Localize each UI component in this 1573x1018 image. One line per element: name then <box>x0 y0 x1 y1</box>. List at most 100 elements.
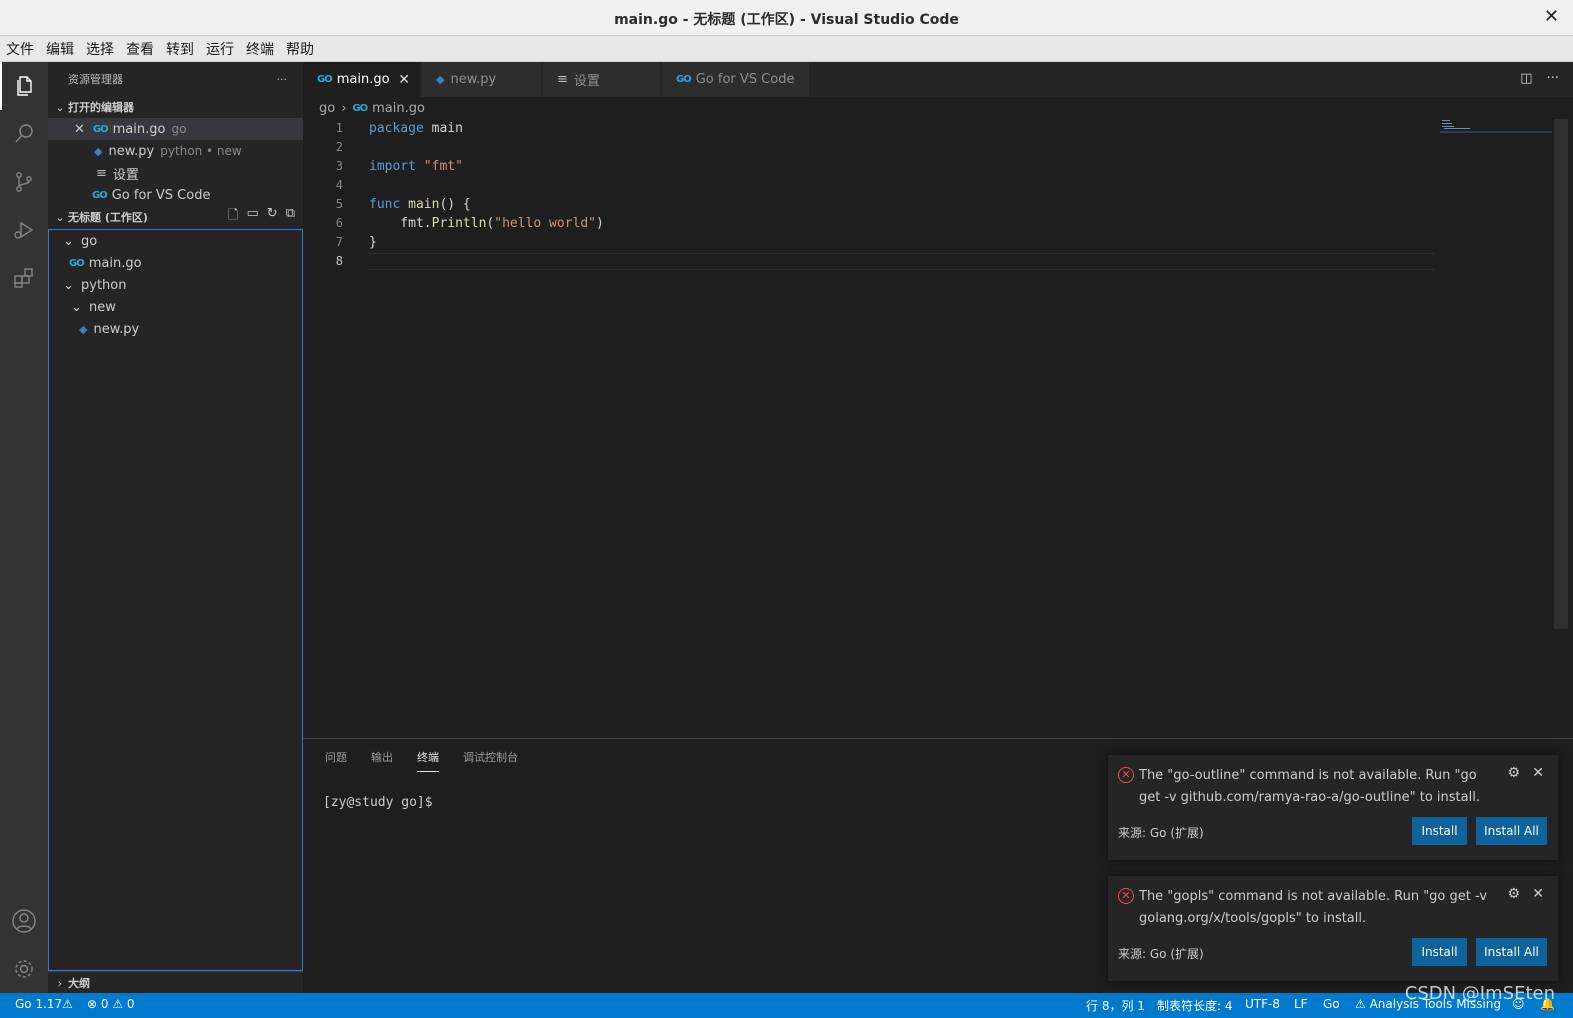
workspace-tree: ⌄ go GO main.go ⌄ python ⌄ new ◆ new.py <box>48 229 303 971</box>
tree-file-new-py[interactable]: ◆ new.py <box>49 318 302 340</box>
editor-scrollbar[interactable] <box>1554 119 1568 629</box>
install-button[interactable]: Install <box>1412 817 1467 845</box>
notification-source: 来源: Go (扩展) <box>1118 826 1204 840</box>
tab-go-for-vscode[interactable]: GO Go for VS Code <box>662 62 810 97</box>
explorer-icon[interactable] <box>0 62 48 110</box>
code-line: } <box>369 235 377 250</box>
activity-bar <box>0 62 48 993</box>
go-file-icon: GO <box>676 74 692 85</box>
chevron-down-icon: ⌄ <box>55 100 65 114</box>
split-editor-icon[interactable]: ◫ <box>1520 71 1532 86</box>
notification-message: The "go-outline" command is not availabl… <box>1139 768 1480 805</box>
settings-file-icon: ≡ <box>96 165 107 181</box>
panel-tab-problems[interactable]: 问题 <box>325 749 347 771</box>
python-file-icon: ◆ <box>436 73 445 86</box>
notification-go-outline: ✕ The "go-outline" command is not availa… <box>1108 755 1558 860</box>
explorer-title: 资源管理器 <box>68 73 123 86</box>
panel-tab-terminal[interactable]: 终端 <box>417 749 439 772</box>
source-control-icon[interactable] <box>0 158 48 206</box>
panel-tab-output[interactable]: 输出 <box>371 749 393 771</box>
current-line-highlight <box>369 253 1434 270</box>
open-editor-item-main-go[interactable]: ✕ GO main.go go <box>48 118 303 140</box>
tree-folder-go[interactable]: ⌄ go <box>49 230 302 252</box>
chevron-down-icon: ⌄ <box>63 233 74 249</box>
open-editor-item-new-py[interactable]: ◆ new.py python • new <box>48 140 303 162</box>
install-all-button[interactable]: Install All <box>1476 938 1547 966</box>
editor-tabs: GO main.go ✕ ◆ new.py ≡ 设置 GO Go for VS … <box>303 62 1573 97</box>
new-file-icon[interactable]: 🗋 <box>228 206 238 228</box>
line-number: 4 <box>335 178 343 192</box>
cursor-position-status[interactable]: 行 8，列 1 <box>1086 997 1145 1014</box>
go-version-status[interactable]: Go 1.17⚠ <box>15 997 73 1011</box>
gear-icon[interactable]: ⚙ <box>1507 765 1520 781</box>
open-editors-header[interactable]: ⌄ 打开的编辑器 <box>48 96 303 118</box>
notification-gopls: ✕ The "gopls" command is not available. … <box>1108 876 1558 981</box>
python-file-icon: ◆ <box>79 322 88 336</box>
open-editor-item-settings[interactable]: ≡ 设置 <box>48 162 303 184</box>
close-tab-icon[interactable]: ✕ <box>398 72 410 88</box>
code-line: fmt.Println("hello world") <box>369 216 604 231</box>
menu-view[interactable]: 查看 <box>120 39 160 59</box>
install-button[interactable]: Install <box>1412 938 1467 966</box>
refresh-icon[interactable]: ↻ <box>267 206 278 228</box>
menu-selection[interactable]: 选择 <box>80 39 120 59</box>
terminal-prompt[interactable]: [zy@study go]$ <box>323 795 433 810</box>
language-status[interactable]: Go <box>1323 997 1340 1011</box>
outline-section[interactable]: › 大纲 <box>48 971 303 993</box>
new-folder-icon[interactable]: ▭ <box>247 206 259 228</box>
encoding-status[interactable]: UTF-8 <box>1245 997 1280 1011</box>
watermark: CSDN @ImSEten <box>1404 983 1555 1004</box>
breadcrumb-folder[interactable]: go <box>319 101 335 116</box>
chevron-right-icon: › <box>341 100 347 116</box>
menu-run[interactable]: 运行 <box>200 39 240 59</box>
menu-help[interactable]: 帮助 <box>280 39 320 59</box>
chevron-right-icon: › <box>57 976 63 990</box>
tab-size-status[interactable]: 制表符长度: 4 <box>1157 997 1233 1014</box>
workspace-header[interactable]: ⌄ 无标题 (工作区) 🗋 ▭ ↻ ⧉ <box>48 206 303 228</box>
code-line: func main() { <box>369 197 471 212</box>
account-icon[interactable] <box>0 897 48 945</box>
open-editor-item-go-for-vscode[interactable]: GO Go for VS Code <box>48 184 303 206</box>
window-close-icon[interactable]: ✕ <box>1544 6 1559 27</box>
extensions-icon[interactable] <box>0 254 48 302</box>
close-icon[interactable]: ✕ <box>1532 886 1544 902</box>
notification-source: 来源: Go (扩展) <box>1118 947 1204 961</box>
python-file-icon: ◆ <box>94 144 103 158</box>
code-line: package main <box>369 121 463 136</box>
tab-settings[interactable]: ≡ 设置 <box>543 62 661 97</box>
settings-file-icon: ≡ <box>557 72 568 87</box>
line-number: 8 <box>335 254 343 268</box>
line-number: 1 <box>335 121 343 135</box>
tab-new-py[interactable]: ◆ new.py <box>422 62 542 97</box>
status-bar: Go 1.17⚠ ⊗ 0 ⚠ 0 行 8，列 1 制表符长度: 4 UTF-8 … <box>0 993 1573 1018</box>
minimap[interactable] <box>1440 119 1552 135</box>
tree-file-main-go[interactable]: GO main.go <box>49 252 302 274</box>
collapse-all-icon[interactable]: ⧉ <box>286 206 295 228</box>
tree-folder-python[interactable]: ⌄ python <box>49 274 302 296</box>
menu-terminal[interactable]: 终端 <box>240 39 280 59</box>
install-all-button[interactable]: Install All <box>1476 817 1547 845</box>
code-editor[interactable]: 1 2 3 4 5 6 7 8 package main import "fmt… <box>303 119 1555 737</box>
close-editor-icon[interactable]: ✕ <box>74 122 85 137</box>
more-actions-icon[interactable]: ··· <box>1547 71 1559 86</box>
close-icon[interactable]: ✕ <box>1532 765 1544 781</box>
panel-tab-debug-console[interactable]: 调试控制台 <box>463 749 518 771</box>
menu-go[interactable]: 转到 <box>160 39 200 59</box>
search-icon[interactable] <box>0 110 48 158</box>
manage-gear-icon[interactable] <box>0 945 48 993</box>
problems-status[interactable]: ⊗ 0 ⚠ 0 <box>87 997 135 1011</box>
line-number: 6 <box>335 216 343 230</box>
gear-icon[interactable]: ⚙ <box>1507 886 1520 902</box>
menu-edit[interactable]: 编辑 <box>40 39 80 59</box>
breadcrumb-file[interactable]: main.go <box>372 101 425 116</box>
menu-bar: 文件 编辑 选择 查看 转到 运行 终端 帮助 <box>0 36 1573 62</box>
menu-file[interactable]: 文件 <box>0 39 40 59</box>
more-actions-icon[interactable]: ··· <box>277 73 288 86</box>
chevron-down-icon: ⌄ <box>63 277 74 293</box>
outline-header[interactable]: › 大纲 <box>48 972 303 994</box>
run-debug-icon[interactable] <box>0 206 48 254</box>
tree-folder-new[interactable]: ⌄ new <box>49 296 302 318</box>
tab-main-go[interactable]: GO main.go ✕ <box>303 62 421 97</box>
eol-status[interactable]: LF <box>1294 997 1308 1011</box>
editor-actions: ◫ ··· <box>1520 71 1559 86</box>
